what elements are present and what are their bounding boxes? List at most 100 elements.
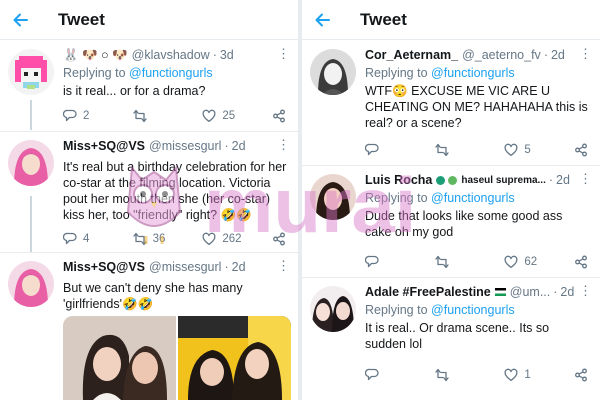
retweet-button[interactable] — [435, 143, 495, 157]
share-button[interactable] — [272, 109, 290, 123]
heart-icon — [448, 175, 458, 185]
avatar[interactable] — [8, 140, 54, 186]
user-handle[interactable]: @_aeterno_fv — [462, 48, 541, 62]
tweet-text: It's real but a birthday celebration for… — [63, 160, 287, 222]
share-icon — [575, 143, 587, 157]
like-icon — [202, 232, 216, 245]
avatar[interactable] — [310, 49, 356, 95]
mention-link[interactable]: @functiongurls — [431, 303, 515, 317]
display-name[interactable]: Luis Rocha — [365, 173, 432, 187]
more-icon[interactable]: ⋮ — [277, 138, 290, 151]
retweet-button[interactable] — [435, 368, 495, 382]
display-name[interactable]: Cor_Aeternam_ — [365, 48, 458, 62]
avatar[interactable] — [310, 286, 356, 332]
avatar[interactable] — [8, 49, 54, 95]
more-icon[interactable]: ⋮ — [277, 47, 290, 60]
reply-icon — [365, 143, 379, 156]
reply-icon — [63, 109, 77, 122]
separator-dot: · — [224, 139, 229, 153]
tweet-actions: 2 25 — [63, 108, 290, 124]
tweet-media[interactable] — [63, 316, 291, 400]
avatar[interactable] — [8, 261, 54, 307]
retweet-button[interactable]: 36 — [133, 232, 193, 246]
replying-to: Replying to @functiongurls — [63, 66, 213, 80]
share-icon — [273, 232, 285, 246]
like-button[interactable]: 262 — [202, 232, 262, 246]
timestamp: 2d — [550, 48, 565, 62]
reply-icon — [365, 368, 379, 381]
tweet-text: Dude that looks like some good ass cake … — [365, 209, 563, 239]
like-button[interactable]: 5 — [504, 143, 564, 157]
back-arrow-icon[interactable] — [0, 0, 40, 40]
replying-to: Replying to @functiongurls — [365, 66, 515, 80]
timestamp: 2d — [556, 173, 570, 187]
replying-to: Replying to @functiongurls — [365, 303, 515, 317]
right-tweet-panel: Tweet Cor_Aeternam_ @_aeterno_fv · 2d ⋮ … — [302, 0, 600, 400]
more-icon[interactable]: ⋮ — [277, 259, 290, 272]
display-name[interactable]: Adale #FreePalestine — [365, 285, 491, 299]
share-button[interactable] — [574, 368, 592, 382]
like-icon — [504, 143, 518, 156]
reply-count: 4 — [83, 233, 90, 245]
tweet-actions: 5 — [365, 142, 592, 158]
avatar[interactable] — [310, 174, 356, 220]
more-icon[interactable]: ⋮ — [579, 172, 592, 185]
retweet-button[interactable] — [435, 255, 495, 269]
reply-button[interactable] — [365, 255, 425, 269]
separator-dot: · — [224, 260, 229, 274]
reply-button[interactable] — [365, 143, 425, 157]
tweet-text: It is real.. Or drama scene.. Its so sud… — [365, 321, 550, 351]
like-button[interactable]: 62 — [504, 255, 564, 269]
retweet-icon — [133, 232, 147, 246]
share-button[interactable] — [574, 143, 592, 157]
reply-button[interactable] — [365, 368, 425, 382]
tweet-actions: 62 — [365, 254, 592, 270]
tweet[interactable]: Adale #FreePalestine @um... · 2d ⋮ Reply… — [302, 278, 600, 400]
mention-link[interactable]: @functiongurls — [431, 66, 515, 80]
mention-link[interactable]: @functiongurls — [129, 66, 213, 80]
more-icon[interactable]: ⋮ — [579, 284, 592, 297]
reply-icon — [365, 255, 379, 268]
user-handle[interactable]: @missesgurl — [149, 139, 221, 153]
user-handle[interactable]: @um... — [510, 285, 550, 299]
like-button[interactable]: 25 — [202, 109, 262, 123]
like-count: 262 — [222, 233, 242, 245]
like-icon — [504, 255, 518, 268]
display-name[interactable]: 🐰 🐶 ○ 🐶 — [63, 48, 128, 63]
reply-icon — [63, 232, 77, 245]
user-handle[interactable]: @klavshadow — [132, 48, 210, 62]
tweet[interactable]: Luis Rocha haseul suprema... · 2d ⋮ Repl… — [302, 166, 600, 278]
flag-icon — [494, 288, 506, 296]
retweet-icon — [133, 109, 147, 123]
tweet-actions: 4 36 262 — [63, 231, 290, 247]
tweet[interactable]: Miss+SQ@VS @missesgurl · 2d ⋮ It's real … — [0, 132, 298, 253]
media-photo[interactable] — [63, 316, 176, 400]
mention-link[interactable]: @functiongurls — [431, 191, 515, 205]
more-icon[interactable]: ⋮ — [579, 47, 592, 60]
like-button[interactable]: 1 — [504, 368, 564, 382]
top-bar: Tweet — [0, 0, 298, 40]
share-icon — [273, 109, 285, 123]
timestamp: 2d — [560, 285, 575, 299]
media-photo[interactable] — [178, 316, 291, 400]
share-button[interactable] — [574, 255, 592, 269]
display-name[interactable]: Miss+SQ@VS — [63, 260, 145, 274]
tweet-text: is it real... or for a drama? — [63, 84, 206, 98]
reply-button[interactable]: 4 — [63, 232, 123, 246]
user-handle[interactable]: @missesgurl — [149, 260, 221, 274]
reply-button[interactable]: 2 — [63, 109, 123, 123]
replying-to: Replying to @functiongurls — [365, 191, 515, 205]
share-button[interactable] — [272, 232, 290, 246]
share-icon — [575, 255, 587, 269]
display-name[interactable]: Miss+SQ@VS — [63, 139, 145, 153]
user-handle[interactable]: haseul suprema... — [461, 175, 545, 186]
tweet[interactable]: Cor_Aeternam_ @_aeterno_fv · 2d ⋮ Replyi… — [302, 41, 600, 166]
back-arrow-icon[interactable] — [302, 0, 342, 40]
retweet-button[interactable] — [133, 109, 193, 123]
separator-dot: · — [548, 173, 554, 187]
top-bar: Tweet — [302, 0, 600, 40]
tweet[interactable]: 🐰 🐶 ○ 🐶 @klavshadow · 3d ⋮ Replying to @… — [0, 41, 298, 132]
retweet-icon — [435, 368, 449, 382]
timestamp: 3d — [219, 48, 234, 62]
separator-dot: · — [543, 48, 548, 62]
